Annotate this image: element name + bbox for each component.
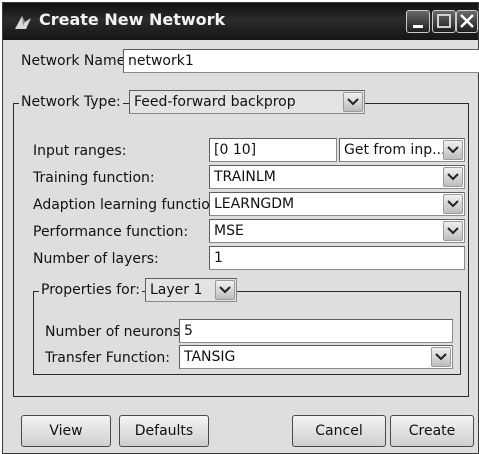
transfer-function-select[interactable]: TANSIG xyxy=(179,345,453,369)
chevron-down-icon[interactable] xyxy=(443,221,463,241)
chevron-down-icon[interactable] xyxy=(343,92,363,112)
create-button[interactable]: Create xyxy=(390,415,474,447)
chevron-down-icon[interactable] xyxy=(215,280,235,300)
maximize-button[interactable] xyxy=(432,10,456,33)
input-ranges-label: Input ranges: xyxy=(33,143,127,159)
performance-function-value: MSE xyxy=(214,223,244,239)
window-title: Create New Network xyxy=(39,10,226,29)
defaults-button[interactable]: Defaults xyxy=(119,415,209,447)
training-function-value: TRAINLM xyxy=(214,169,276,185)
input-ranges-input[interactable]: [0 10] xyxy=(209,138,337,162)
properties-layer-select[interactable]: Layer 1 xyxy=(145,278,237,302)
chevron-down-icon[interactable] xyxy=(443,194,463,214)
number-of-neurons-input[interactable]: 5 xyxy=(179,319,453,343)
adaption-function-value: LEARNGDM xyxy=(214,196,295,212)
title-bar[interactable]: Create New Network xyxy=(3,3,478,40)
network-type-value: Feed-forward backprop xyxy=(134,94,296,110)
adaption-function-select[interactable]: LEARNGDM xyxy=(209,192,465,216)
close-button[interactable] xyxy=(456,10,478,33)
transfer-function-value: TANSIG xyxy=(184,349,236,365)
network-name-label: Network Name: xyxy=(21,53,130,69)
view-button[interactable]: View xyxy=(21,415,111,447)
input-ranges-source-value: Get from inp... xyxy=(344,142,446,158)
network-name-input[interactable]: network1 xyxy=(123,49,479,73)
properties-layer-value: Layer 1 xyxy=(150,282,203,298)
matlab-nntool-icon xyxy=(13,12,33,32)
chevron-down-icon[interactable] xyxy=(443,167,463,187)
chevron-down-icon[interactable] xyxy=(431,347,451,367)
performance-function-select[interactable]: MSE xyxy=(209,219,465,243)
number-of-layers-label: Number of layers: xyxy=(33,251,159,267)
number-of-layers-input[interactable]: 1 xyxy=(209,246,465,270)
network-type-label: Network Type: xyxy=(19,94,123,110)
minimize-icon xyxy=(413,25,423,28)
input-ranges-source-select[interactable]: Get from inp... xyxy=(339,138,465,162)
transfer-function-label: Transfer Function: xyxy=(45,350,171,366)
cancel-button[interactable]: Cancel xyxy=(292,415,386,447)
properties-for-label: Properties for: xyxy=(39,282,142,298)
minimize-button[interactable] xyxy=(406,10,430,33)
training-function-label: Training function: xyxy=(33,170,155,186)
number-of-neurons-label: Number of neurons: xyxy=(45,324,185,340)
training-function-select[interactable]: TRAINLM xyxy=(209,165,465,189)
performance-function-label: Performance function: xyxy=(33,224,189,240)
create-network-dialog: Create New Network Network Name: network… xyxy=(2,2,479,454)
close-icon xyxy=(460,14,474,28)
adaption-function-label: Adaption learning function: xyxy=(33,197,224,213)
chevron-down-icon[interactable] xyxy=(443,140,463,160)
maximize-icon xyxy=(437,14,451,28)
network-type-select[interactable]: Feed-forward backprop xyxy=(129,90,365,114)
